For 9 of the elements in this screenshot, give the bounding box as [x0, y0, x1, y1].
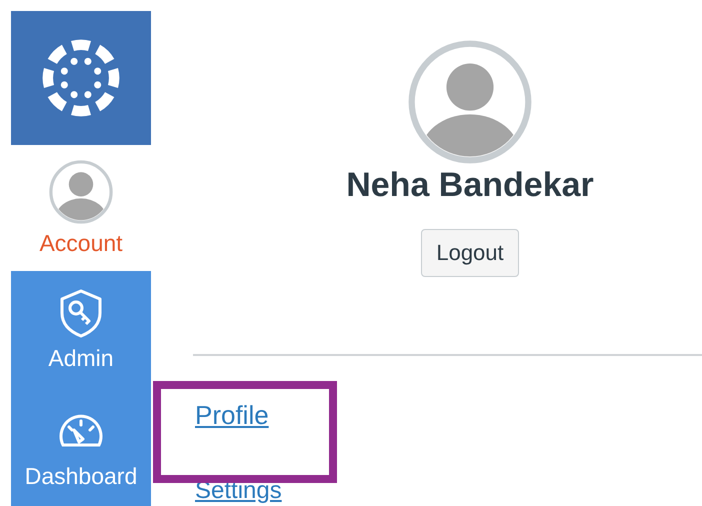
avatar-icon: [49, 160, 113, 224]
sidebar-item[interactable]: Admin: [11, 270, 151, 388]
user-name: Neha Bandekar: [346, 166, 594, 205]
nav-link[interactable]: Settings: [195, 477, 282, 505]
sidebar-item[interactable]: Dashboard: [11, 388, 151, 506]
logo-icon[interactable]: [41, 38, 121, 118]
logout-button[interactable]: Logout: [421, 229, 519, 277]
avatar-icon: [408, 40, 532, 164]
nav-link[interactable]: Profile: [195, 400, 269, 431]
